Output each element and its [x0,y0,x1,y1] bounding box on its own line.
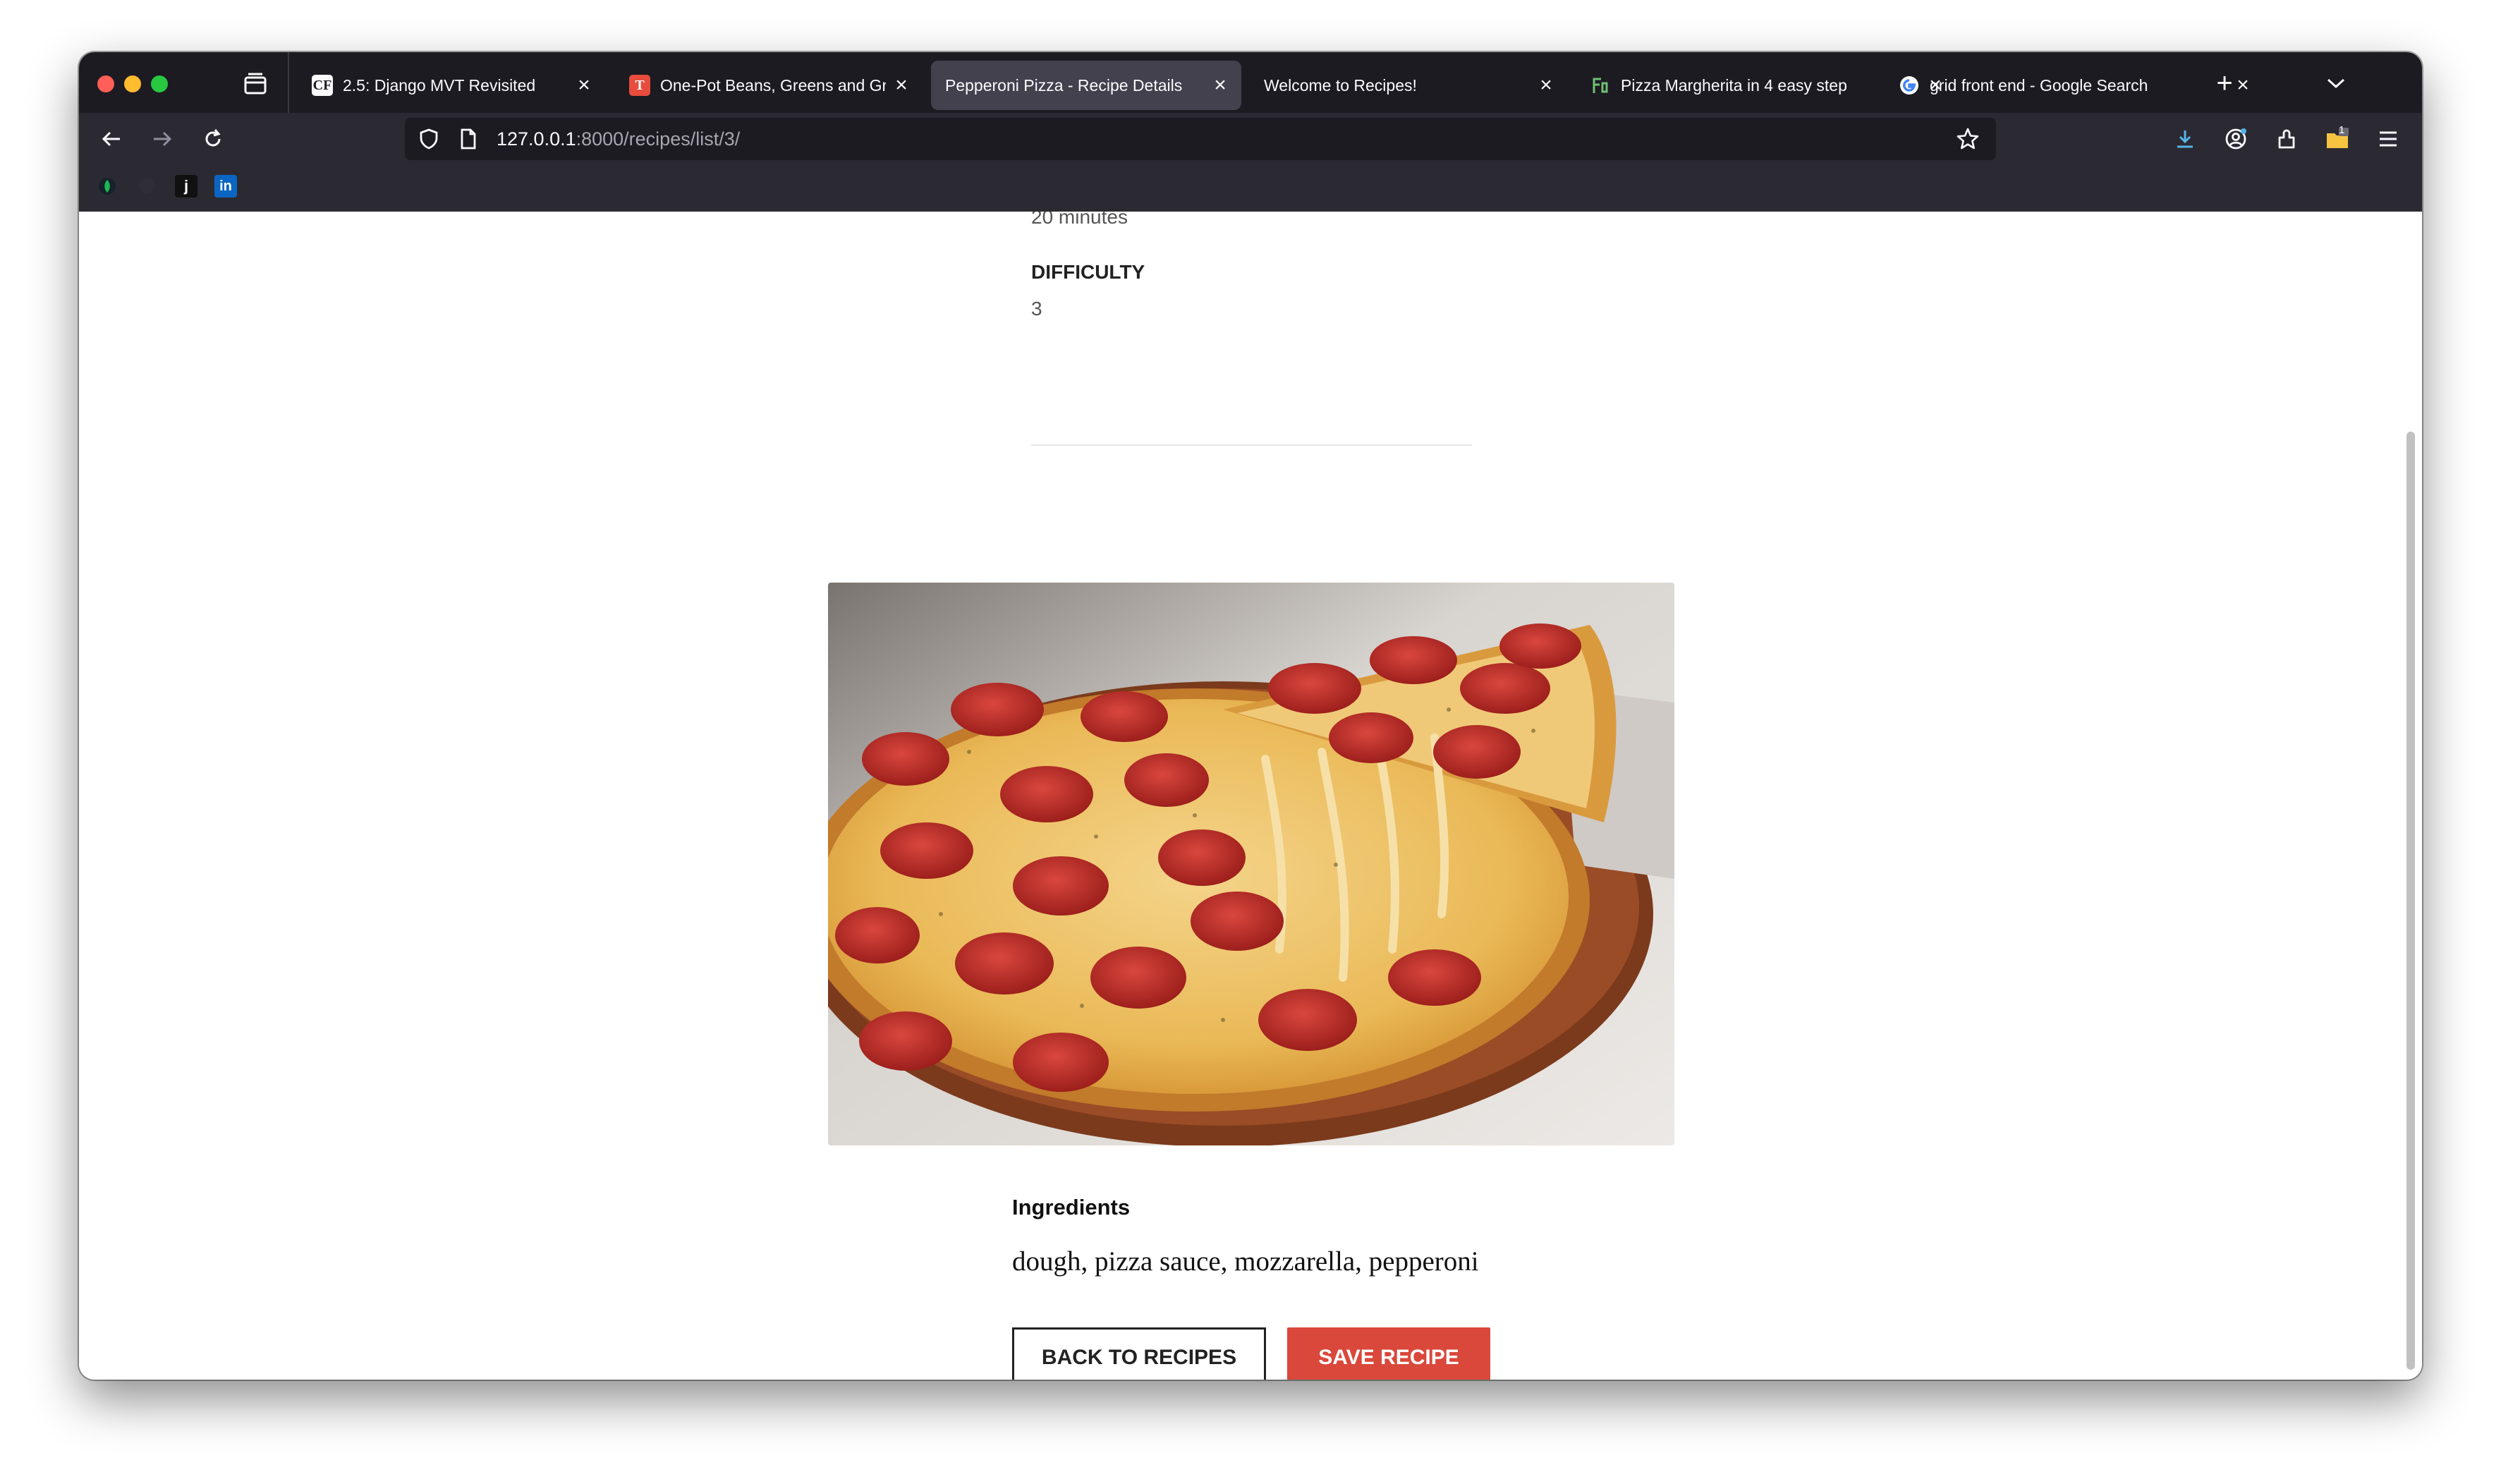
account-icon[interactable] [2219,122,2253,156]
download-icon[interactable] [2168,122,2202,156]
extension-badge: 1 [2339,124,2345,136]
extension-folder-icon[interactable]: 1 [2320,122,2354,156]
tab-overview-icon[interactable] [241,71,269,99]
scrollbar[interactable] [2406,432,2415,1370]
leaf-icon[interactable] [96,175,118,197]
new-tab-icon[interactable]: + [2208,66,2241,100]
close-window-button[interactable] [97,75,114,92]
close-icon[interactable]: × [1205,70,1236,101]
tab-strip: CF 2.5: Django MVT Revisited × T One-Pot… [79,52,2422,113]
tab-strip-separator [288,52,289,113]
close-icon[interactable]: × [1531,70,1562,101]
menu-icon[interactable] [2371,122,2405,156]
save-recipe-button[interactable]: SAVE RECIPE [1287,1327,1490,1380]
forward-arrow-icon[interactable] [145,122,179,156]
address-bar[interactable]: 127.0.0.1:8000/recipes/list/3/ [405,118,1996,160]
tab-title: Welcome to Recipes! [1264,75,1417,95]
tab-pepperoni-pizza[interactable]: Pepperoni Pizza - Recipe Details × [931,61,1241,110]
tab-title: grid front end - Google Search [1930,75,2148,95]
google-icon [1899,75,1920,96]
tab-one-pot-beans[interactable]: T One-Pot Beans, Greens and Gra × [615,61,923,110]
cooking-time-value: 20 minutes [1031,212,1128,228]
tab-title: Pepperoni Pizza - Recipe Details [945,75,1183,95]
close-icon[interactable]: × [568,70,600,101]
recipe-image [828,583,1674,1145]
navigation-bar: 127.0.0.1:8000/recipes/list/3/ 1 [79,113,2422,165]
difficulty-label: DIFFICULTY [1031,261,1145,283]
cooking-site-icon [1590,75,1611,96]
ingredients-heading: Ingredients [1012,1195,1131,1220]
back-arrow-icon[interactable] [95,122,128,156]
divider [1031,444,1472,446]
tab-django-mvt[interactable]: CF 2.5: Django MVT Revisited × [298,61,605,110]
back-to-recipes-button[interactable]: BACK TO RECIPES [1012,1327,1266,1380]
ingredients-list: dough, pizza sauce, mozzarella, pepperon… [1012,1246,1479,1277]
minimize-window-button[interactable] [124,75,141,92]
tab-title: One-Pot Beans, Greens and Gra [660,75,886,95]
bookmark-star-icon[interactable] [1951,122,1985,156]
difficulty-value: 3 [1031,298,1042,320]
tab-title: Pizza Margherita in 4 easy step [1621,75,1847,95]
bookmarks-bar: j in [79,165,2422,212]
zoom-window-button[interactable] [151,75,168,92]
url-text[interactable]: 127.0.0.1:8000/recipes/list/3/ [497,118,740,160]
reload-icon[interactable] [196,122,230,156]
browser-window: CF 2.5: Django MVT Revisited × T One-Pot… [79,52,2422,1380]
tab-title: 2.5: Django MVT Revisited [343,75,536,95]
url-path: :8000/recipes/list/3/ [576,128,741,150]
extensions-icon[interactable] [2270,122,2304,156]
bookmark-j[interactable]: j [175,175,197,197]
shield-icon[interactable] [412,122,446,156]
chevron-down-icon[interactable] [2319,66,2353,100]
nyt-icon: T [629,75,650,96]
tab-welcome-recipes[interactable]: Welcome to Recipes! × [1250,61,1567,110]
linkedin-icon[interactable]: in [214,175,237,197]
page-icon [451,122,485,156]
blank-bookmark[interactable] [135,175,158,197]
page-content: 20 minutes DIFFICULTY 3 Ingredients doug… [79,212,2422,1380]
close-icon[interactable]: × [886,70,917,101]
url-host: 127.0.0.1 [497,128,576,150]
cf-logo-icon: CF [312,75,333,96]
